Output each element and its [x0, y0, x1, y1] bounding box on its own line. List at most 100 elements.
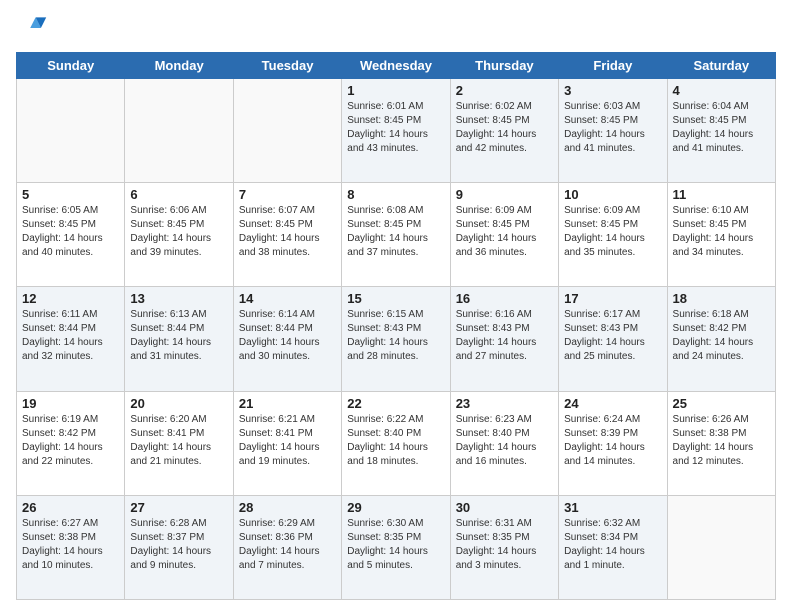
day-number: 3 [564, 83, 661, 98]
calendar-day-3: 3 Sunrise: 6:03 AM Sunset: 8:45 PM Daylig… [559, 79, 667, 183]
day-info: Sunrise: 6:04 AM Sunset: 8:45 PM Dayligh… [673, 100, 770, 156]
day-info: Sunrise: 6:02 AM Sunset: 8:45 PM Dayligh… [456, 100, 553, 156]
calendar-day-9: 9Sunrise: 6:09 AM Sunset: 8:45 PM Daylig… [450, 183, 558, 287]
logo [16, 12, 52, 44]
calendar-day-29: 29Sunrise: 6:30 AM Sunset: 8:35 PM Dayli… [342, 495, 450, 599]
calendar-day-26: 26Sunrise: 6:27 AM Sunset: 8:38 PM Dayli… [17, 495, 125, 599]
calendar-day-10: 10 Sunrise: 6:09 AM Sunset: 8:45 PM Dayli… [559, 183, 667, 287]
day-info: Sunrise: 6:24 AM Sunset: 8:39 PM Dayligh… [564, 413, 661, 469]
calendar-day-13: 13 Sunrise: 6:13 AM Sunset: 8:44 PM Dayli… [125, 287, 233, 391]
calendar-empty-cell [233, 79, 341, 183]
day-number: 10 [564, 187, 661, 202]
calendar-day-14: 14 Sunrise: 6:14 AM Sunset: 8:44 PM Dayli… [233, 287, 341, 391]
calendar-day-18: 18Sunrise: 6:18 AM Sunset: 8:42 PM Dayli… [667, 287, 775, 391]
day-number: 9 [456, 187, 553, 202]
calendar-day-27: 27 Sunrise: 6:28 AM Sunset: 8:37 PM Dayli… [125, 495, 233, 599]
calendar-day-5: 5 Sunrise: 6:05 AM Sunset: 8:45 PM Daylig… [17, 183, 125, 287]
calendar-week-row: 19 Sunrise: 6:19 AM Sunset: 8:42 PM Dayli… [17, 391, 776, 495]
day-info: Sunrise: 6:11 AM Sunset: 8:44 PM Dayligh… [22, 308, 119, 364]
day-info: Sunrise: 6:17 AM Sunset: 8:43 PM Dayligh… [564, 308, 661, 364]
calendar-day-16: 16 Sunrise: 6:16 AM Sunset: 8:43 PM Dayli… [450, 287, 558, 391]
calendar-day-28: 28 Sunrise: 6:29 AM Sunset: 8:36 PM Dayli… [233, 495, 341, 599]
day-number: 14 [239, 291, 336, 306]
calendar-day-17: 17 Sunrise: 6:17 AM Sunset: 8:43 PM Dayli… [559, 287, 667, 391]
calendar-day-22: 22Sunrise: 6:22 AM Sunset: 8:40 PM Dayli… [342, 391, 450, 495]
calendar-day-2: 2Sunrise: 6:02 AM Sunset: 8:45 PM Daylig… [450, 79, 558, 183]
day-number: 5 [22, 187, 119, 202]
calendar-day-23: 23 Sunrise: 6:23 AM Sunset: 8:40 PM Dayli… [450, 391, 558, 495]
day-info: Sunrise: 6:14 AM Sunset: 8:44 PM Dayligh… [239, 308, 336, 364]
day-info: Sunrise: 6:31 AM Sunset: 8:35 PM Dayligh… [456, 517, 553, 573]
weekday-header-saturday: Saturday [667, 53, 775, 79]
calendar-day-7: 7 Sunrise: 6:07 AM Sunset: 8:45 PM Daylig… [233, 183, 341, 287]
calendar-empty-cell [17, 79, 125, 183]
day-info: Sunrise: 6:16 AM Sunset: 8:43 PM Dayligh… [456, 308, 553, 364]
day-info: Sunrise: 6:19 AM Sunset: 8:42 PM Dayligh… [22, 413, 119, 469]
day-info: Sunrise: 6:07 AM Sunset: 8:45 PM Dayligh… [239, 204, 336, 260]
day-number: 7 [239, 187, 336, 202]
calendar-day-24: 24 Sunrise: 6:24 AM Sunset: 8:39 PM Dayli… [559, 391, 667, 495]
calendar-day-31: 31 Sunrise: 6:32 AM Sunset: 8:34 PM Dayli… [559, 495, 667, 599]
day-number: 30 [456, 500, 553, 515]
day-info: Sunrise: 6:27 AM Sunset: 8:38 PM Dayligh… [22, 517, 119, 573]
day-info: Sunrise: 6:30 AM Sunset: 8:35 PM Dayligh… [347, 517, 444, 573]
calendar-day-1: 1 Sunrise: 6:01 AM Sunset: 8:45 PM Daylig… [342, 79, 450, 183]
day-number: 1 [347, 83, 444, 98]
day-info: Sunrise: 6:26 AM Sunset: 8:38 PM Dayligh… [673, 413, 770, 469]
calendar-day-4: 4 Sunrise: 6:04 AM Sunset: 8:45 PM Daylig… [667, 79, 775, 183]
calendar-page: SundayMondayTuesdayWednesdayThursdayFrid… [0, 0, 792, 612]
calendar-table: SundayMondayTuesdayWednesdayThursdayFrid… [16, 52, 776, 600]
day-number: 19 [22, 396, 119, 411]
weekday-header-monday: Monday [125, 53, 233, 79]
day-number: 8 [347, 187, 444, 202]
day-info: Sunrise: 6:22 AM Sunset: 8:40 PM Dayligh… [347, 413, 444, 469]
weekday-header-sunday: Sunday [17, 53, 125, 79]
day-info: Sunrise: 6:18 AM Sunset: 8:42 PM Dayligh… [673, 308, 770, 364]
logo-icon [16, 12, 48, 44]
calendar-day-20: 20 Sunrise: 6:20 AM Sunset: 8:41 PM Dayli… [125, 391, 233, 495]
weekday-header-row: SundayMondayTuesdayWednesdayThursdayFrid… [17, 53, 776, 79]
day-info: Sunrise: 6:21 AM Sunset: 8:41 PM Dayligh… [239, 413, 336, 469]
day-info: Sunrise: 6:01 AM Sunset: 8:45 PM Dayligh… [347, 100, 444, 156]
day-info: Sunrise: 6:08 AM Sunset: 8:45 PM Dayligh… [347, 204, 444, 260]
day-info: Sunrise: 6:32 AM Sunset: 8:34 PM Dayligh… [564, 517, 661, 573]
calendar-day-8: 8 Sunrise: 6:08 AM Sunset: 8:45 PM Daylig… [342, 183, 450, 287]
calendar-day-11: 11Sunrise: 6:10 AM Sunset: 8:45 PM Dayli… [667, 183, 775, 287]
day-number: 27 [130, 500, 227, 515]
day-number: 4 [673, 83, 770, 98]
day-number: 25 [673, 396, 770, 411]
day-number: 24 [564, 396, 661, 411]
day-number: 12 [22, 291, 119, 306]
day-info: Sunrise: 6:15 AM Sunset: 8:43 PM Dayligh… [347, 308, 444, 364]
day-number: 16 [456, 291, 553, 306]
day-number: 28 [239, 500, 336, 515]
day-info: Sunrise: 6:09 AM Sunset: 8:45 PM Dayligh… [564, 204, 661, 260]
weekday-header-friday: Friday [559, 53, 667, 79]
day-number: 31 [564, 500, 661, 515]
day-info: Sunrise: 6:10 AM Sunset: 8:45 PM Dayligh… [673, 204, 770, 260]
header [16, 12, 776, 44]
weekday-header-tuesday: Tuesday [233, 53, 341, 79]
day-info: Sunrise: 6:23 AM Sunset: 8:40 PM Dayligh… [456, 413, 553, 469]
day-info: Sunrise: 6:03 AM Sunset: 8:45 PM Dayligh… [564, 100, 661, 156]
day-number: 6 [130, 187, 227, 202]
day-info: Sunrise: 6:13 AM Sunset: 8:44 PM Dayligh… [130, 308, 227, 364]
day-info: Sunrise: 6:05 AM Sunset: 8:45 PM Dayligh… [22, 204, 119, 260]
calendar-day-6: 6Sunrise: 6:06 AM Sunset: 8:45 PM Daylig… [125, 183, 233, 287]
calendar-day-19: 19 Sunrise: 6:19 AM Sunset: 8:42 PM Dayli… [17, 391, 125, 495]
day-number: 21 [239, 396, 336, 411]
day-number: 15 [347, 291, 444, 306]
calendar-day-12: 12 Sunrise: 6:11 AM Sunset: 8:44 PM Dayli… [17, 287, 125, 391]
day-info: Sunrise: 6:28 AM Sunset: 8:37 PM Dayligh… [130, 517, 227, 573]
calendar-week-row: 5 Sunrise: 6:05 AM Sunset: 8:45 PM Daylig… [17, 183, 776, 287]
day-number: 13 [130, 291, 227, 306]
calendar-empty-cell [667, 495, 775, 599]
day-number: 23 [456, 396, 553, 411]
weekday-header-wednesday: Wednesday [342, 53, 450, 79]
day-info: Sunrise: 6:29 AM Sunset: 8:36 PM Dayligh… [239, 517, 336, 573]
day-number: 17 [564, 291, 661, 306]
calendar-day-30: 30 Sunrise: 6:31 AM Sunset: 8:35 PM Dayli… [450, 495, 558, 599]
day-info: Sunrise: 6:20 AM Sunset: 8:41 PM Dayligh… [130, 413, 227, 469]
calendar-day-25: 25 Sunrise: 6:26 AM Sunset: 8:38 PM Dayli… [667, 391, 775, 495]
day-number: 20 [130, 396, 227, 411]
